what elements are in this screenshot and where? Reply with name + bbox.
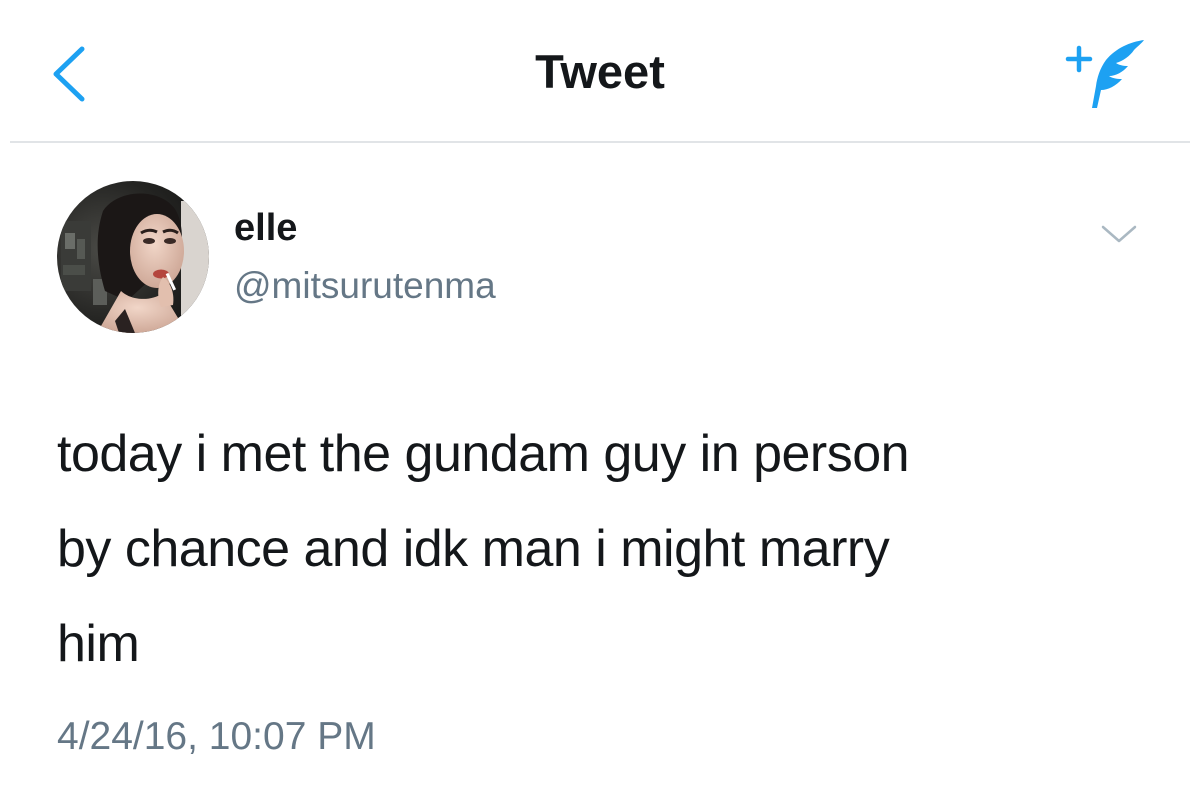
page-title: Tweet xyxy=(535,45,665,98)
tweet-timestamp: 4/24/16, 10:07 PM xyxy=(57,715,376,758)
tweet-text-line: by chance and idk man i might marry xyxy=(57,520,890,578)
back-button[interactable] xyxy=(38,42,98,106)
tweet-text-line: today i met the gundam guy in person xyxy=(57,425,910,483)
author-display-name[interactable]: elle xyxy=(234,207,297,250)
compose-tweet-icon xyxy=(1065,40,1144,108)
avatar[interactable] xyxy=(57,181,209,333)
tweet-text: today i met the gundam guy in person by … xyxy=(57,407,1147,692)
profile-photo xyxy=(57,181,209,333)
chevron-left-icon xyxy=(53,46,85,102)
tweet-detail: elle @mitsurutenma today i met the gunda… xyxy=(0,143,1200,804)
author-handle: @mitsurutenma xyxy=(234,265,496,306)
tweet-text-line: him xyxy=(57,615,140,673)
tweet-menu-button[interactable] xyxy=(1094,217,1144,251)
compose-tweet-button[interactable] xyxy=(1060,34,1156,114)
navigation-bar: Tweet xyxy=(0,0,1200,142)
chevron-down-icon xyxy=(1101,225,1137,243)
